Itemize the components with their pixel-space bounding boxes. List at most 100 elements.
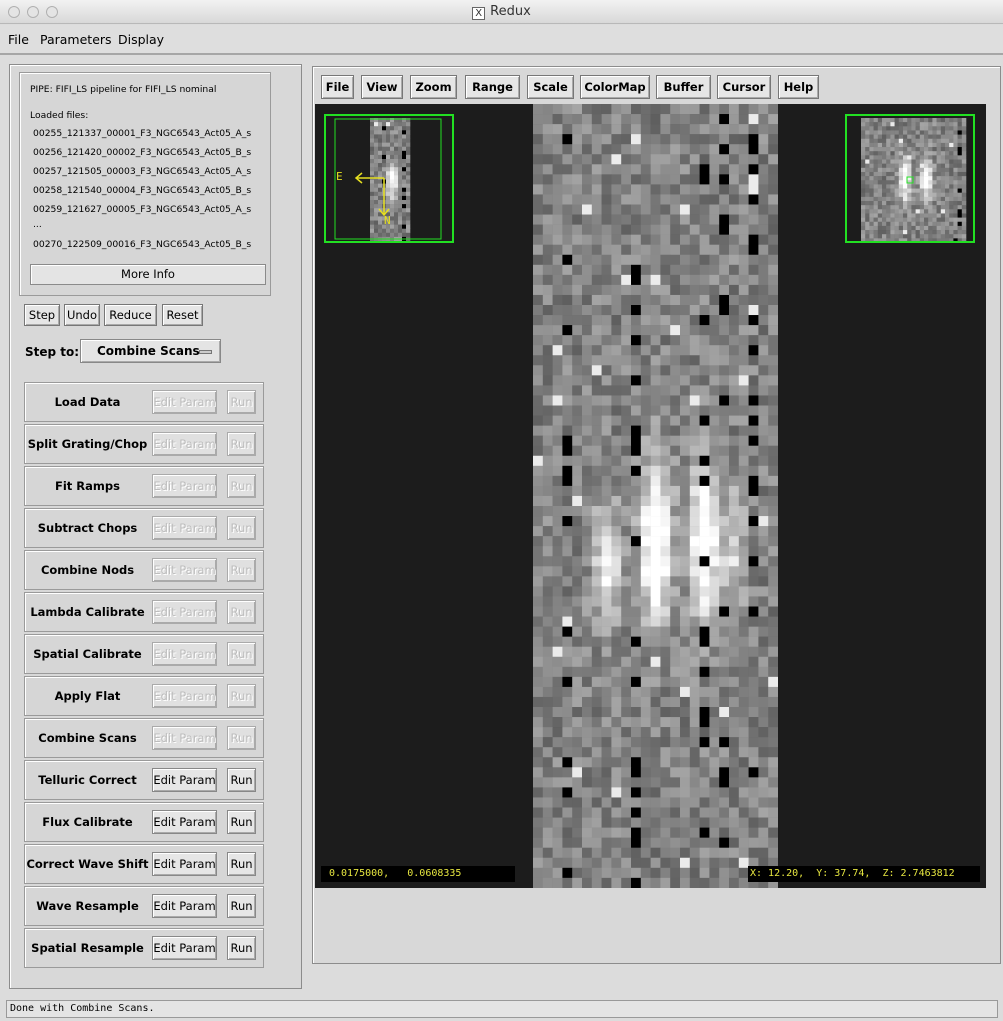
window-title-text: Redux bbox=[490, 4, 531, 19]
pipeline-step-row: Apply Flat Edit Param Run bbox=[24, 676, 264, 716]
loaded-files-label: Loaded files: bbox=[30, 110, 89, 121]
option-menu-indicator-icon bbox=[199, 350, 212, 354]
menu-parameters[interactable]: Parameters bbox=[40, 32, 112, 47]
step-name: Load Data bbox=[54, 395, 121, 409]
edit-param-button[interactable]: Edit Param bbox=[152, 810, 217, 834]
step-button[interactable]: Step bbox=[24, 304, 60, 326]
edit-param-button[interactable]: Edit Param bbox=[152, 432, 217, 456]
step-name: Correct Wave Shift bbox=[26, 857, 149, 871]
edit-param-button[interactable]: Edit Param bbox=[152, 768, 217, 792]
edit-param-button[interactable]: Edit Param bbox=[152, 852, 217, 876]
step-name: Telluric Correct bbox=[38, 773, 137, 787]
edit-param-button[interactable]: Edit Param bbox=[152, 600, 217, 624]
pipeline-step-row: Spatial Resample Edit Param Run bbox=[24, 928, 264, 968]
edit-param-button[interactable]: Edit Param bbox=[152, 558, 217, 582]
pipeline-step-row: Flux Calibrate Edit Param Run bbox=[24, 802, 264, 842]
coordinate-readout-left: 0.0175000, 0.0608335 bbox=[321, 866, 515, 882]
run-button[interactable]: Run bbox=[227, 516, 256, 540]
viewer-buffer-button[interactable]: Buffer bbox=[656, 75, 711, 99]
loaded-file[interactable]: 00258_121540_00004_F3_NGC6543_Act05_B_s bbox=[33, 185, 265, 196]
viewer-colormap-button[interactable]: ColorMap bbox=[580, 75, 650, 99]
loaded-file[interactable]: 00256_121420_00002_F3_NGC6543_Act05_B_s bbox=[33, 147, 265, 158]
run-button[interactable]: Run bbox=[227, 600, 256, 624]
edit-param-button[interactable]: Edit Param bbox=[152, 684, 217, 708]
pipeline-step-row: Split Grating/Chop Edit Param Run bbox=[24, 424, 264, 464]
status-bar: Done with Combine Scans. bbox=[6, 1000, 998, 1018]
run-button[interactable]: Run bbox=[227, 852, 256, 876]
run-button[interactable]: Run bbox=[227, 474, 256, 498]
pipeline-info-box: PIPE: FIFI_LS pipeline for FIFI_LS nomin… bbox=[19, 72, 271, 296]
step-name: Flux Calibrate bbox=[42, 815, 133, 829]
compass-east-label: E bbox=[336, 170, 343, 183]
title-bar: X Redux bbox=[0, 0, 1003, 24]
flux-image[interactable] bbox=[533, 104, 778, 888]
edit-param-button[interactable]: Edit Param bbox=[152, 516, 217, 540]
step-name: Subtract Chops bbox=[37, 521, 138, 535]
compass-north-label: N bbox=[384, 214, 391, 227]
undo-button[interactable]: Undo bbox=[64, 304, 100, 326]
x11-icon: X bbox=[472, 7, 486, 20]
menu-file[interactable]: File bbox=[8, 32, 29, 47]
loaded-file[interactable]: 00270_122509_00016_F3_NGC6543_Act05_B_s bbox=[33, 239, 265, 250]
step-name: Combine Nods bbox=[40, 563, 135, 577]
viewer-cursor-button[interactable]: Cursor bbox=[717, 75, 771, 99]
more-info-button[interactable]: More Info bbox=[30, 264, 266, 285]
step-name: Combine Scans bbox=[38, 731, 137, 745]
run-button[interactable]: Run bbox=[227, 642, 256, 666]
edit-param-button[interactable]: Edit Param bbox=[152, 474, 217, 498]
run-button[interactable]: Run bbox=[227, 432, 256, 456]
edit-param-button[interactable]: Edit Param bbox=[152, 642, 217, 666]
step-name: Wave Resample bbox=[36, 899, 139, 913]
reset-button[interactable]: Reset bbox=[162, 304, 203, 326]
run-button[interactable]: Run bbox=[227, 684, 256, 708]
run-button[interactable]: Run bbox=[227, 726, 256, 750]
run-button[interactable]: Run bbox=[227, 810, 256, 834]
step-name: Apply Flat bbox=[54, 689, 121, 703]
run-button[interactable]: Run bbox=[227, 936, 256, 960]
run-button[interactable]: Run bbox=[227, 894, 256, 918]
loaded-file[interactable]: 00257_121505_00003_F3_NGC6543_Act05_A_s bbox=[33, 166, 265, 177]
viewer-scale-button[interactable]: Scale bbox=[527, 75, 574, 99]
viewer-zoom-button[interactable]: Zoom bbox=[410, 75, 457, 99]
panner-thumbnail[interactable]: E N bbox=[324, 114, 454, 243]
pipeline-step-row: Spatial Calibrate Edit Param Run bbox=[24, 634, 264, 674]
step-name: Fit Ramps bbox=[55, 479, 120, 493]
magnifier-thumbnail bbox=[845, 114, 975, 243]
viewer-file-button[interactable]: File bbox=[321, 75, 354, 99]
step-to-value: Combine Scans bbox=[97, 344, 200, 358]
image-display[interactable]: E N 0.0175000, 0.0608335 X: 12.20, Y: 37… bbox=[315, 104, 986, 888]
run-button[interactable]: Run bbox=[227, 558, 256, 582]
pipeline-step-row: Combine Scans Edit Param Run bbox=[24, 718, 264, 758]
loaded-file[interactable]: 00255_121337_00001_F3_NGC6543_Act05_A_s bbox=[33, 128, 265, 139]
edit-param-button[interactable]: Edit Param bbox=[152, 936, 217, 960]
viewer-view-button[interactable]: View bbox=[361, 75, 403, 99]
edit-param-button[interactable]: Edit Param bbox=[152, 726, 217, 750]
pipeline-step-row: Lambda Calibrate Edit Param Run bbox=[24, 592, 264, 632]
loaded-file[interactable]: 00259_121627_00005_F3_NGC6543_Act05_A_s bbox=[33, 204, 265, 215]
pipe-label: PIPE: FIFI_LS pipeline for FIFI_LS nomin… bbox=[30, 84, 217, 95]
pipeline-step-row: Correct Wave Shift Edit Param Run bbox=[24, 844, 264, 884]
menu-display[interactable]: Display bbox=[118, 32, 164, 47]
step-name: Lambda Calibrate bbox=[30, 605, 145, 619]
step-name: Spatial Calibrate bbox=[33, 647, 142, 661]
pipeline-step-row: Fit Ramps Edit Param Run bbox=[24, 466, 264, 506]
menu-bar: File Parameters Display bbox=[0, 25, 1003, 55]
loaded-file-ellipsis: ... bbox=[33, 219, 42, 230]
pipeline-step-row: Load Data Edit Param Run bbox=[24, 382, 264, 422]
viewer-help-button[interactable]: Help bbox=[778, 75, 819, 99]
reduce-button[interactable]: Reduce bbox=[104, 304, 157, 326]
pipeline-step-row: Subtract Chops Edit Param Run bbox=[24, 508, 264, 548]
pixel-readout: X: 12.20, Y: 37.74, Z: 2.7463812 bbox=[748, 866, 980, 882]
step-name: Spatial Resample bbox=[31, 941, 144, 955]
pipeline-step-row: Telluric Correct Edit Param Run bbox=[24, 760, 264, 800]
step-to-select[interactable]: Combine Scans bbox=[80, 339, 221, 363]
pipeline-step-row: Combine Nods Edit Param Run bbox=[24, 550, 264, 590]
run-button[interactable]: Run bbox=[227, 390, 256, 414]
step-to-label: Step to: bbox=[25, 345, 80, 359]
edit-param-button[interactable]: Edit Param bbox=[152, 390, 217, 414]
window-title: X Redux bbox=[0, 4, 1003, 20]
viewer-range-button[interactable]: Range bbox=[465, 75, 520, 99]
run-button[interactable]: Run bbox=[227, 768, 256, 792]
edit-param-button[interactable]: Edit Param bbox=[152, 894, 217, 918]
pipeline-step-row: Wave Resample Edit Param Run bbox=[24, 886, 264, 926]
